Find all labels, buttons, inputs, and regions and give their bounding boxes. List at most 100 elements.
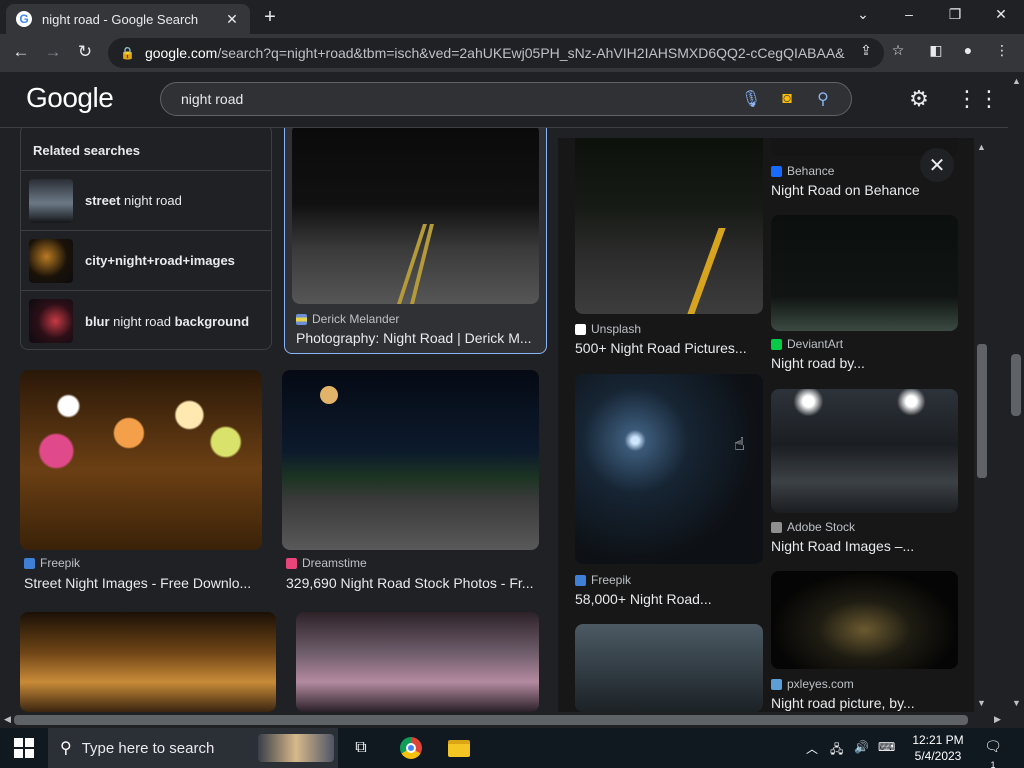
reload-icon[interactable]: ↻	[74, 42, 96, 62]
keyboard-icon[interactable]: ⌨	[878, 740, 895, 754]
restore-icon[interactable]: ❐	[944, 6, 966, 23]
result-source[interactable]: Unsplash	[575, 322, 641, 336]
source-name: Behance	[787, 164, 835, 178]
related-search-text: night road	[120, 193, 182, 208]
share-icon[interactable]: ⇪	[856, 42, 876, 59]
result-source[interactable]: Behance	[771, 164, 834, 178]
back-icon[interactable]: ←	[10, 42, 32, 62]
result-image[interactable]	[575, 374, 763, 564]
image-result[interactable]	[296, 612, 539, 712]
source-name: pxleyes.com	[787, 677, 854, 691]
scroll-up-arrow-icon[interactable]: ▲	[977, 142, 986, 152]
scroll-left-arrow-icon[interactable]: ◀	[4, 714, 11, 725]
image-result[interactable]: Unsplash 500+ Night Road Pictures...	[575, 138, 763, 360]
result-image[interactable]	[292, 128, 539, 304]
microphone-icon[interactable]: 🎙	[733, 89, 769, 109]
file-explorer-icon[interactable]	[446, 736, 472, 760]
result-image[interactable]	[771, 215, 958, 331]
notification-center-icon[interactable]: 🗨1	[982, 738, 1004, 768]
result-source[interactable]: Freepik	[24, 556, 80, 570]
result-image[interactable]	[20, 370, 262, 550]
tab-search-chevron-icon[interactable]: ⌄	[852, 6, 874, 23]
forward-icon[interactable]: →	[42, 42, 64, 62]
windows-start-icon[interactable]	[14, 738, 34, 758]
result-caption[interactable]: Night road by...	[771, 355, 951, 371]
search-icon[interactable]: ⚲	[805, 89, 841, 109]
scroll-right-arrow-icon[interactable]: ▶	[994, 714, 1001, 725]
tab-close-icon[interactable]: ✕	[224, 11, 240, 28]
close-panel-icon[interactable]: ✕	[920, 148, 954, 182]
page-vertical-scrollbar[interactable]: ▲ ▼	[1008, 72, 1024, 712]
volume-icon[interactable]: 🔊	[854, 740, 869, 754]
address-bar[interactable]: 🔒 google.com/search?q=night+road&tbm=isc…	[108, 38, 884, 68]
result-source[interactable]: pxleyes.com	[771, 677, 854, 691]
taskbar-search-box[interactable]: ⚲ Type here to search	[48, 728, 338, 768]
apps-grid-icon[interactable]: ⋮⋮⋮	[956, 86, 1022, 112]
side-panel-icon[interactable]: ◧	[926, 42, 946, 59]
lens-camera-icon[interactable]: ◙	[769, 90, 805, 108]
result-source[interactable]: Dreamstime	[286, 556, 367, 570]
result-source[interactable]: DeviantArt	[771, 337, 843, 351]
image-result[interactable]: Derick Melander Photography: Night Road …	[292, 128, 539, 350]
image-result[interactable]: pxleyes.com Night road picture, by...	[771, 571, 958, 712]
taskbar-clock[interactable]: 12:21 PM 5/4/2023	[908, 732, 968, 764]
related-thumbnail	[29, 178, 73, 223]
result-source[interactable]: Freepik	[575, 573, 631, 587]
panel-scrollbar[interactable]: ▲ ▼	[974, 138, 990, 712]
image-result[interactable]	[20, 612, 276, 712]
related-search-item[interactable]: blur night road background	[21, 291, 271, 349]
result-caption[interactable]: Photography: Night Road | Derick M...	[296, 330, 536, 346]
profile-icon[interactable]: ●	[958, 42, 978, 58]
settings-gear-icon[interactable]: ⚙	[906, 86, 932, 112]
scroll-down-arrow-icon[interactable]: ▼	[1012, 698, 1021, 708]
clock-date: 5/4/2023	[914, 749, 962, 763]
image-result[interactable]: Adobe Stock Night Road Images –...	[771, 389, 958, 557]
image-result[interactable]: DeviantArt Night road by...	[771, 215, 958, 375]
result-image[interactable]	[771, 571, 958, 669]
result-image[interactable]	[282, 370, 539, 550]
result-caption[interactable]: Night Road Images –...	[771, 538, 951, 554]
panel-scroll-thumb[interactable]	[977, 344, 987, 478]
result-caption[interactable]: Night road picture, by...	[771, 695, 951, 711]
result-caption[interactable]: Night Road on Behance	[771, 182, 951, 198]
related-search-item[interactable]: street night road	[21, 171, 271, 231]
result-image[interactable]	[575, 624, 763, 712]
horizontal-scroll-thumb[interactable]	[14, 715, 968, 725]
related-search-item[interactable]: city+night+road+images	[21, 231, 271, 291]
result-caption[interactable]: Street Night Images - Free Downlo...	[24, 575, 260, 591]
related-search-bold: city+night+road+images	[85, 253, 235, 268]
minimize-icon[interactable]: –	[898, 6, 920, 22]
page-scroll-thumb[interactable]	[1011, 354, 1021, 416]
image-result[interactable]: Freepik 58,000+ Night Road...	[575, 374, 763, 610]
result-image[interactable]	[771, 389, 958, 513]
result-caption[interactable]: 500+ Night Road Pictures...	[575, 340, 759, 356]
new-tab-button[interactable]: +	[260, 6, 280, 29]
network-icon[interactable]: 🖧	[830, 740, 843, 761]
scroll-up-arrow-icon[interactable]: ▲	[1012, 76, 1021, 86]
source-favicon-icon	[771, 165, 782, 177]
source-name: DeviantArt	[787, 337, 844, 351]
google-logo[interactable]: Google	[26, 82, 114, 114]
search-input[interactable]: night road	[181, 91, 733, 107]
search-box[interactable]: night road 🎙 ◙ ⚲	[160, 82, 852, 116]
result-image[interactable]	[575, 138, 763, 314]
browser-tab[interactable]: G night road - Google Search ✕	[6, 4, 250, 34]
menu-kebab-icon[interactable]: ⋮	[992, 42, 1012, 59]
task-view-icon[interactable]: ⧉	[348, 736, 374, 760]
result-source[interactable]: Adobe Stock	[771, 520, 855, 534]
image-result[interactable]: Dreamstime 329,690 Night Road Stock Phot…	[282, 370, 539, 600]
result-image[interactable]	[296, 612, 539, 712]
tray-chevron-icon[interactable]: ︿	[806, 740, 818, 757]
result-caption[interactable]: 58,000+ Night Road...	[575, 591, 759, 607]
result-source[interactable]: Derick Melander	[296, 312, 399, 326]
result-caption[interactable]: 329,690 Night Road Stock Photos - Fr...	[286, 575, 536, 591]
image-result[interactable]	[575, 624, 763, 712]
mouse-cursor-icon: ☝	[734, 434, 745, 454]
image-result[interactable]: Freepik Street Night Images - Free Downl…	[20, 370, 262, 600]
page-horizontal-scrollbar[interactable]: ◀ ▶	[0, 712, 1008, 728]
bookmark-star-icon[interactable]: ☆	[888, 42, 908, 59]
scroll-down-arrow-icon[interactable]: ▼	[977, 698, 986, 708]
window-close-icon[interactable]: ✕	[990, 6, 1012, 23]
result-image[interactable]	[20, 612, 276, 712]
chrome-taskbar-icon[interactable]	[398, 736, 424, 760]
